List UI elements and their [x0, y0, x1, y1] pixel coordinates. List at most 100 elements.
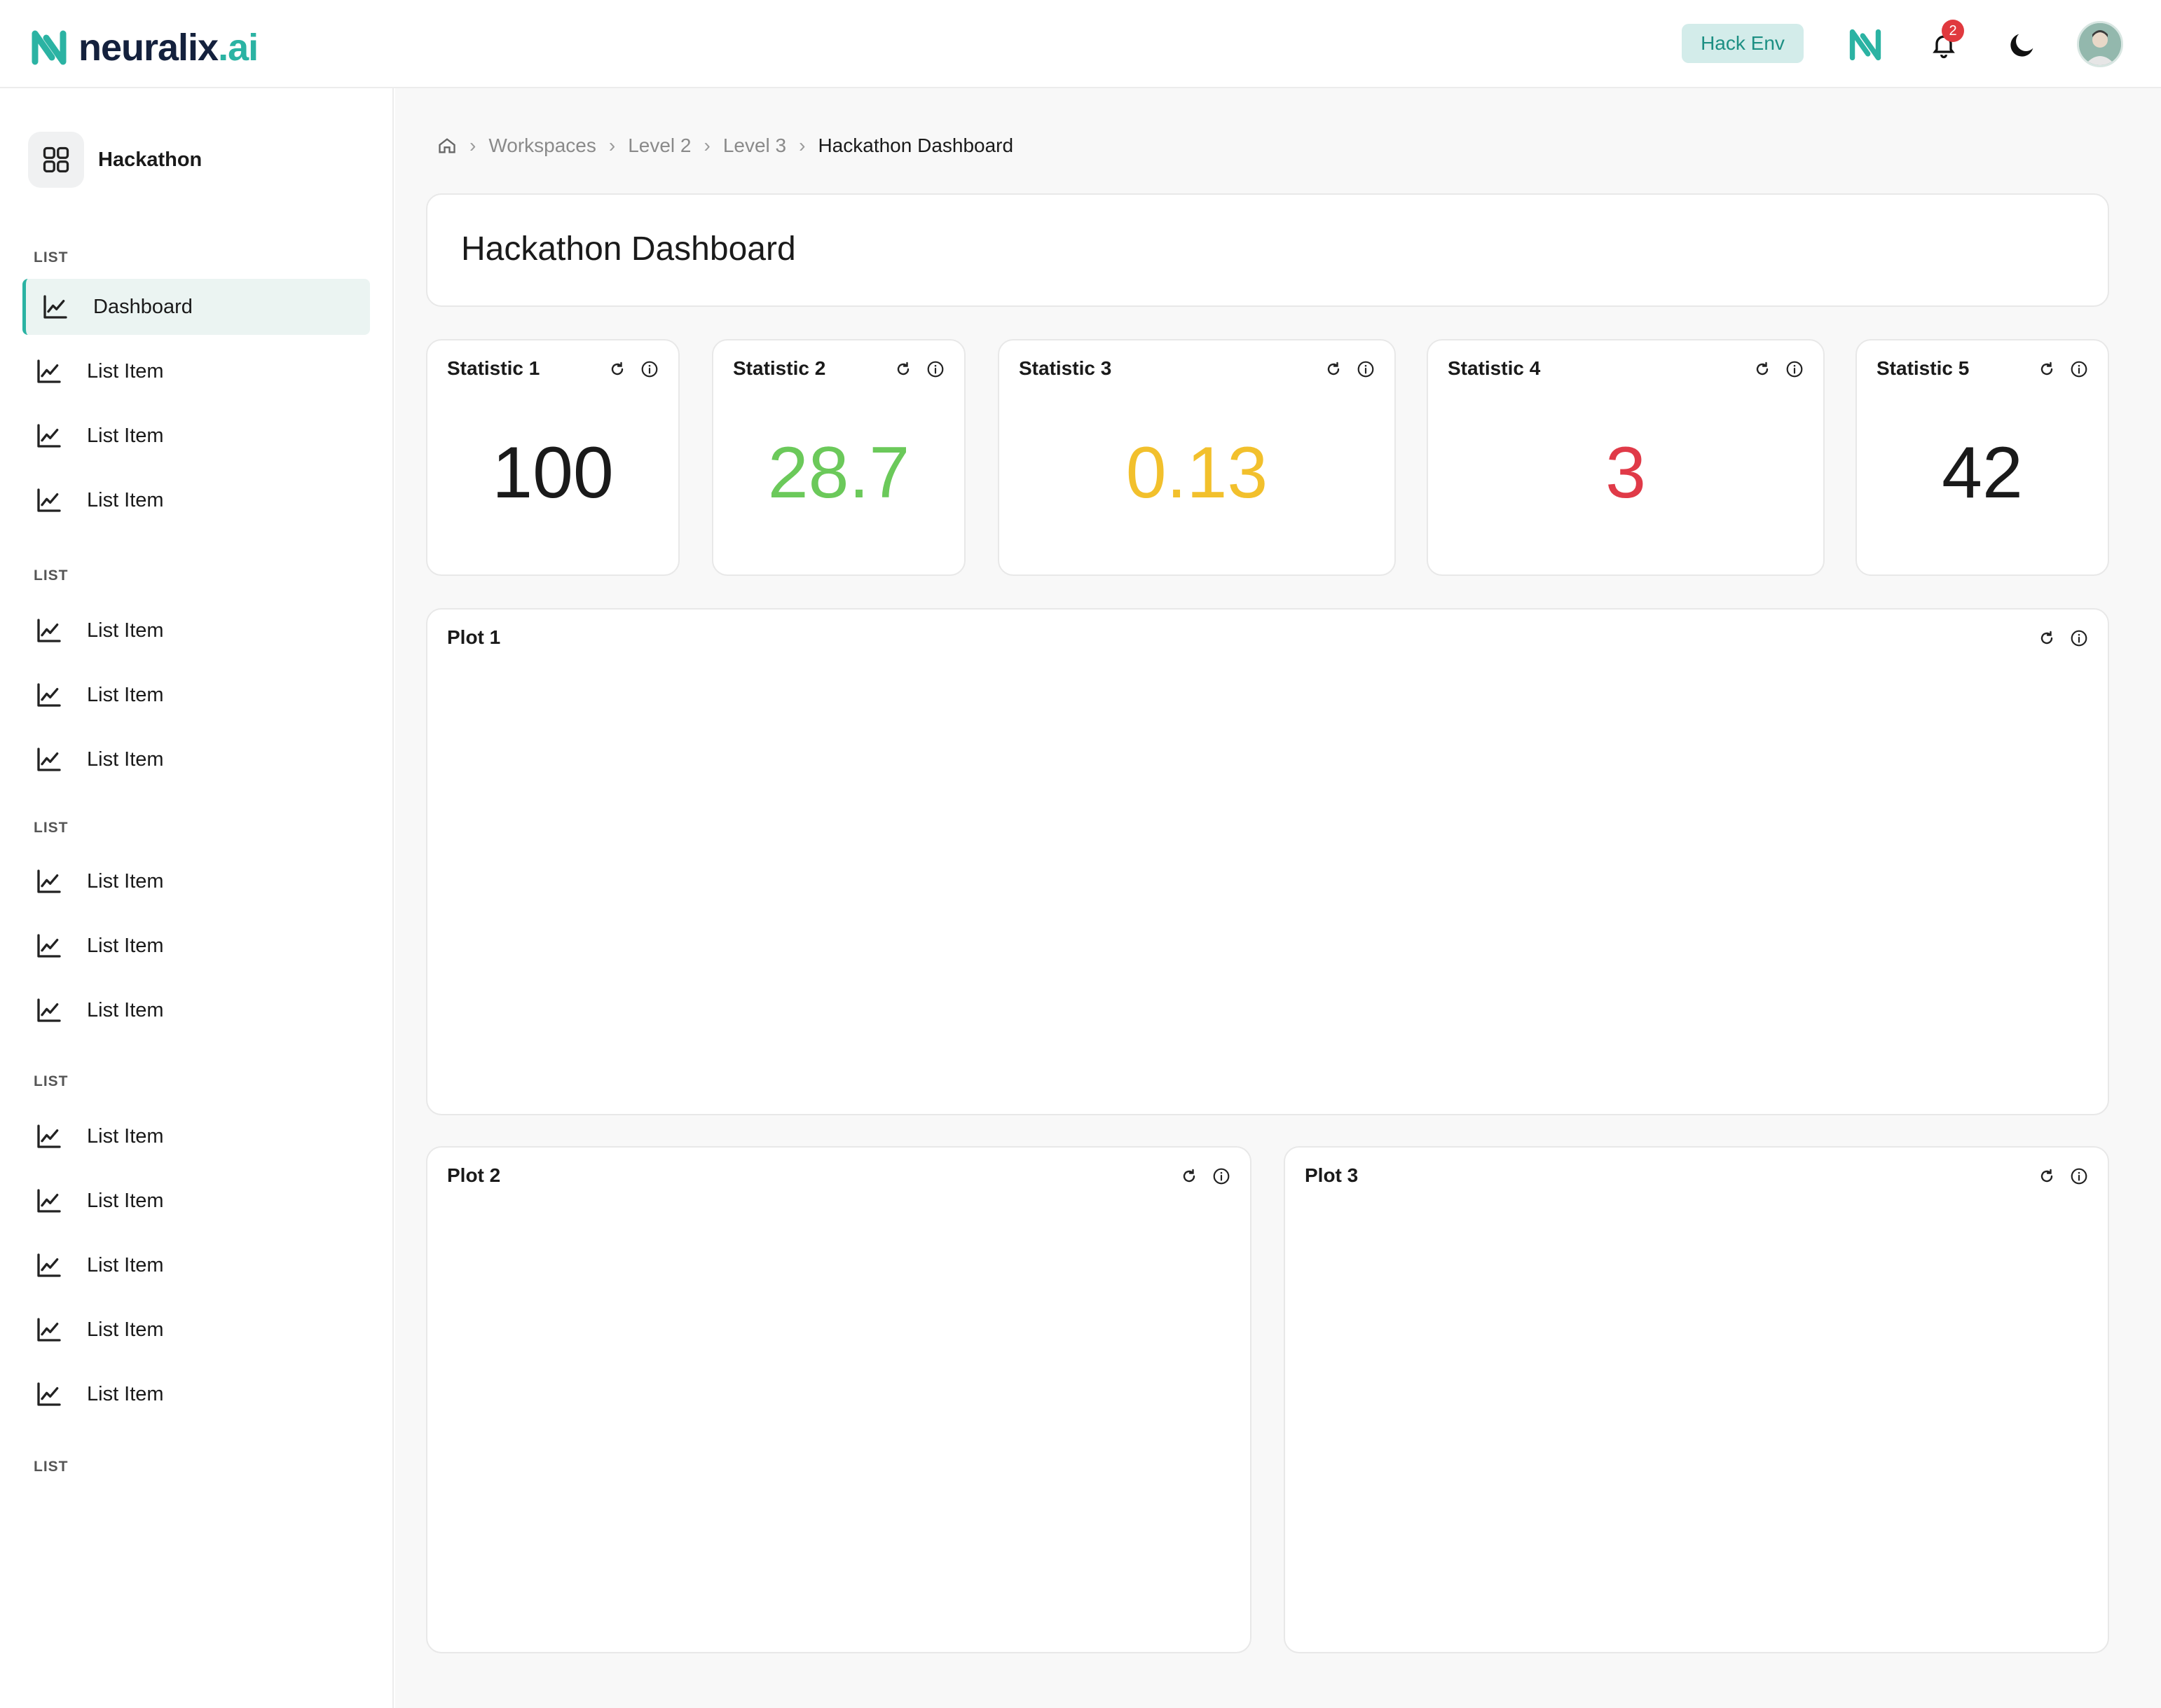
sidebar-item-list-item[interactable]: List Item: [22, 472, 370, 528]
chevron-right-icon: ›: [469, 135, 476, 156]
logo-mark-icon: [32, 30, 67, 65]
sidebar-item-list-item[interactable]: List Item: [22, 1173, 370, 1229]
page-title: Hackathon Dashboard: [461, 230, 796, 268]
sidebar-item-label: List Item: [87, 1124, 164, 1148]
refresh-icon[interactable]: [2038, 629, 2056, 647]
line-chart-icon: [35, 745, 63, 773]
stat-card-3: Statistic 3 0.13: [998, 339, 1396, 576]
stat-title: Statistic 4: [1448, 357, 1541, 379]
info-icon[interactable]: [2070, 1167, 2088, 1185]
info-icon[interactable]: [2070, 360, 2088, 378]
info-icon[interactable]: [1357, 360, 1375, 378]
sidebar-item-list-item[interactable]: List Item: [22, 1237, 370, 1293]
line-chart-icon: [35, 357, 63, 385]
workspace-switcher[interactable]: Hackathon: [28, 132, 202, 188]
breadcrumb-current: Hackathon Dashboard: [818, 135, 1014, 156]
sidebar-item-label: List Item: [87, 1382, 164, 1405]
sidebar-item-label: List Item: [87, 1253, 164, 1276]
plot-card-1: Plot 1: [426, 608, 2109, 1115]
sidebar-item-list-item[interactable]: List Item: [22, 343, 370, 399]
breadcrumb: › Workspaces › Level 2 › Level 3 › Hacka…: [437, 135, 1013, 157]
sidebar-section-label: LIST: [34, 1073, 69, 1089]
sidebar-item-label: Dashboard: [93, 295, 193, 318]
logo[interactable]: neuralix.ai: [31, 27, 259, 69]
plot-title: Plot 2: [447, 1164, 501, 1186]
user-avatar[interactable]: [2077, 21, 2123, 67]
line-chart-icon: [35, 1122, 63, 1150]
refresh-icon[interactable]: [2038, 360, 2056, 378]
sidebar-item-label: List Item: [87, 869, 164, 893]
plot-card-2: Plot 2: [426, 1146, 1251, 1653]
info-icon[interactable]: [1212, 1167, 1230, 1185]
stat-title: Statistic 3: [1019, 357, 1112, 379]
environment-badge[interactable]: Hack Env: [1682, 24, 1804, 63]
refresh-icon[interactable]: [608, 360, 626, 378]
refresh-icon[interactable]: [1180, 1167, 1198, 1185]
line-chart-icon: [35, 1251, 63, 1279]
refresh-icon[interactable]: [1753, 360, 1771, 378]
line-chart-icon: [35, 932, 63, 960]
stat-value: 3: [1605, 432, 1646, 514]
info-icon[interactable]: [926, 360, 945, 378]
line-chart-icon: [35, 1316, 63, 1344]
sidebar-item-list-item[interactable]: List Item: [22, 408, 370, 464]
sidebar-item-list-item[interactable]: List Item: [22, 602, 370, 659]
sidebar-item-label: List Item: [87, 748, 164, 771]
chevron-right-icon: ›: [799, 135, 806, 156]
sidebar-item-label: List Item: [87, 934, 164, 957]
sidebar-item-list-item[interactable]: List Item: [22, 918, 370, 974]
sidebar-item-list-item[interactable]: List Item: [22, 667, 370, 723]
sidebar-item-list-item[interactable]: List Item: [22, 731, 370, 787]
moon-icon[interactable]: [2003, 25, 2042, 64]
workspace-name: Hackathon: [98, 148, 203, 171]
sidebar-item-list-item[interactable]: List Item: [22, 1302, 370, 1358]
info-icon[interactable]: [1785, 360, 1804, 378]
stat-card-5: Statistic 5 42: [1855, 339, 2109, 576]
sidebar-item-list-item[interactable]: List Item: [22, 853, 370, 909]
logo-text: neuralix.ai: [78, 27, 259, 69]
line-chart-icon: [35, 617, 63, 645]
sidebar-item-list-item[interactable]: List Item: [22, 1366, 370, 1422]
notification-count-badge: 2: [1942, 20, 1964, 42]
top-bar: neuralix.ai Hack Env 2: [0, 0, 2161, 88]
refresh-icon[interactable]: [2038, 1167, 2056, 1185]
grid-icon: [28, 132, 84, 188]
chevron-right-icon: ›: [608, 135, 616, 156]
line-chart-icon: [41, 293, 69, 321]
breadcrumb-workspaces[interactable]: Workspaces: [488, 135, 596, 157]
sidebar-item-dashboard[interactable]: Dashboard: [22, 279, 370, 335]
chevron-right-icon: ›: [704, 135, 711, 156]
line-chart-icon: [35, 681, 63, 709]
sidebar-item-label: List Item: [87, 683, 164, 706]
breadcrumb-level-3[interactable]: Level 3: [723, 135, 786, 157]
refresh-icon[interactable]: [1324, 360, 1343, 378]
sidebar-section-label: LIST: [34, 249, 69, 266]
refresh-icon[interactable]: [894, 360, 912, 378]
plot-title: Plot 1: [447, 626, 501, 648]
sidebar-item-label: List Item: [87, 998, 164, 1021]
brand-n-icon[interactable]: [1846, 25, 1885, 64]
stat-value: 42: [1942, 432, 2023, 514]
sidebar-item-label: List Item: [87, 488, 164, 511]
sidebar-item-label: List Item: [87, 359, 164, 383]
plot-card-3: Plot 3: [1284, 1146, 2109, 1653]
sidebar-item-list-item[interactable]: List Item: [22, 1108, 370, 1164]
line-chart-icon: [35, 1187, 63, 1215]
home-icon[interactable]: [437, 136, 457, 156]
stat-value: 28.7: [767, 432, 910, 514]
sidebar-item-label: List Item: [87, 619, 164, 642]
stat-card-2: Statistic 2 28.7: [712, 339, 966, 576]
line-chart-icon: [35, 1380, 63, 1408]
stat-value: 100: [492, 432, 614, 514]
sidebar-item-list-item[interactable]: List Item: [22, 982, 370, 1038]
plot-title: Plot 3: [1305, 1164, 1359, 1186]
title-card: Hackathon Dashboard: [426, 193, 2109, 307]
breadcrumb-level-2[interactable]: Level 2: [628, 135, 691, 157]
stat-value: 0.13: [1125, 432, 1268, 514]
sidebar-item-label: List Item: [87, 1189, 164, 1212]
sidebar-section-label: LIST: [34, 1459, 69, 1475]
info-icon[interactable]: [2070, 629, 2088, 647]
sidebar-item-label: List Item: [87, 1318, 164, 1341]
stat-title: Statistic 2: [733, 357, 826, 379]
info-icon[interactable]: [640, 360, 659, 378]
